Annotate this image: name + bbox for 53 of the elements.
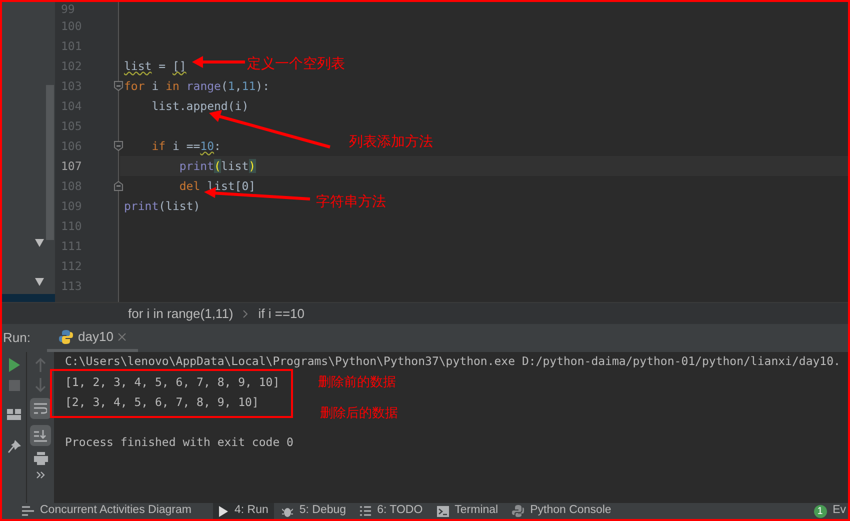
chevron-icon	[243, 310, 248, 318]
code-line: for i in range(1,11):	[124, 78, 270, 94]
pin-icon[interactable]	[8, 440, 20, 453]
arrow	[192, 56, 245, 68]
soft-wrap-button[interactable]	[30, 398, 51, 419]
breadcrumb[interactable]: if i ==10	[258, 304, 305, 324]
python-icon	[512, 505, 524, 517]
line-number: 107	[61, 159, 83, 173]
code-line: print(list)	[124, 198, 200, 214]
terminal-icon	[436, 506, 449, 516]
scroll-to-end-button[interactable]	[30, 425, 51, 446]
code-line: list = []	[124, 58, 186, 74]
tool-window-button[interactable]: Concurrent Activities Diagram	[16, 503, 198, 519]
tool-window-button[interactable]: 5: Debug	[276, 503, 352, 519]
fold-icon[interactable]	[114, 141, 123, 151]
bug-icon	[282, 506, 294, 516]
run-label: Run:	[3, 329, 32, 348]
fold-icon[interactable]	[114, 81, 123, 91]
run-icon	[219, 506, 228, 516]
triangle-down-icon[interactable]	[35, 239, 44, 247]
annotation-note: 定义一个空列表	[247, 54, 345, 73]
scroll-end-icon	[34, 430, 47, 442]
triangle-down-icon[interactable]	[35, 278, 44, 286]
tool-window-button[interactable]: 1 Ev	[808, 503, 848, 519]
fold-icon[interactable]	[114, 181, 123, 191]
selection-strip	[2, 294, 55, 302]
breadcrumb[interactable]: for i in range(1,11)	[128, 304, 234, 324]
diagram-icon	[22, 506, 34, 516]
python-icon	[59, 330, 73, 344]
code-line: del list[0]	[178, 178, 256, 194]
annotation-note: 删除后的数据	[320, 404, 398, 422]
code-line: if i ==10:	[150, 138, 221, 154]
notification-badge: 1	[814, 504, 827, 518]
printer-icon[interactable]	[34, 452, 48, 465]
annotation-note: 列表添加方法	[349, 132, 433, 151]
console-output: [1, 2, 3, 4, 5, 6, 7, 8, 9, 10]	[65, 374, 280, 391]
console-exit-message: Process finished with exit code 0	[65, 434, 294, 451]
scrollbar-thumb[interactable]	[46, 85, 54, 240]
tool-window-button[interactable]: Terminal	[430, 503, 504, 519]
more-icon[interactable]	[36, 471, 46, 479]
code-line: list.append(i)	[150, 98, 249, 114]
tool-window-button[interactable]: Python Console	[506, 503, 618, 519]
annotation-note: 删除前的数据	[318, 373, 396, 391]
console-command: C:\Users\lenovo\AppData\Local\Programs\Python\Python37\python.exe D:/python-daima/python-01/python/lianxi/day10.	[65, 353, 840, 370]
code-line: print(list)	[178, 158, 256, 174]
layout-icon[interactable]	[7, 409, 21, 420]
annotation-note: 字符串方法	[316, 192, 386, 211]
wrap-icon	[34, 403, 47, 414]
console-output: [2, 3, 4, 5, 6, 7, 8, 9, 10]	[65, 394, 259, 411]
list-icon	[360, 506, 372, 516]
tool-window-button[interactable]: 6: TODO	[354, 503, 429, 519]
tool-window-button[interactable]: 4: Run	[213, 503, 274, 519]
run-icon[interactable]	[8, 358, 20, 372]
